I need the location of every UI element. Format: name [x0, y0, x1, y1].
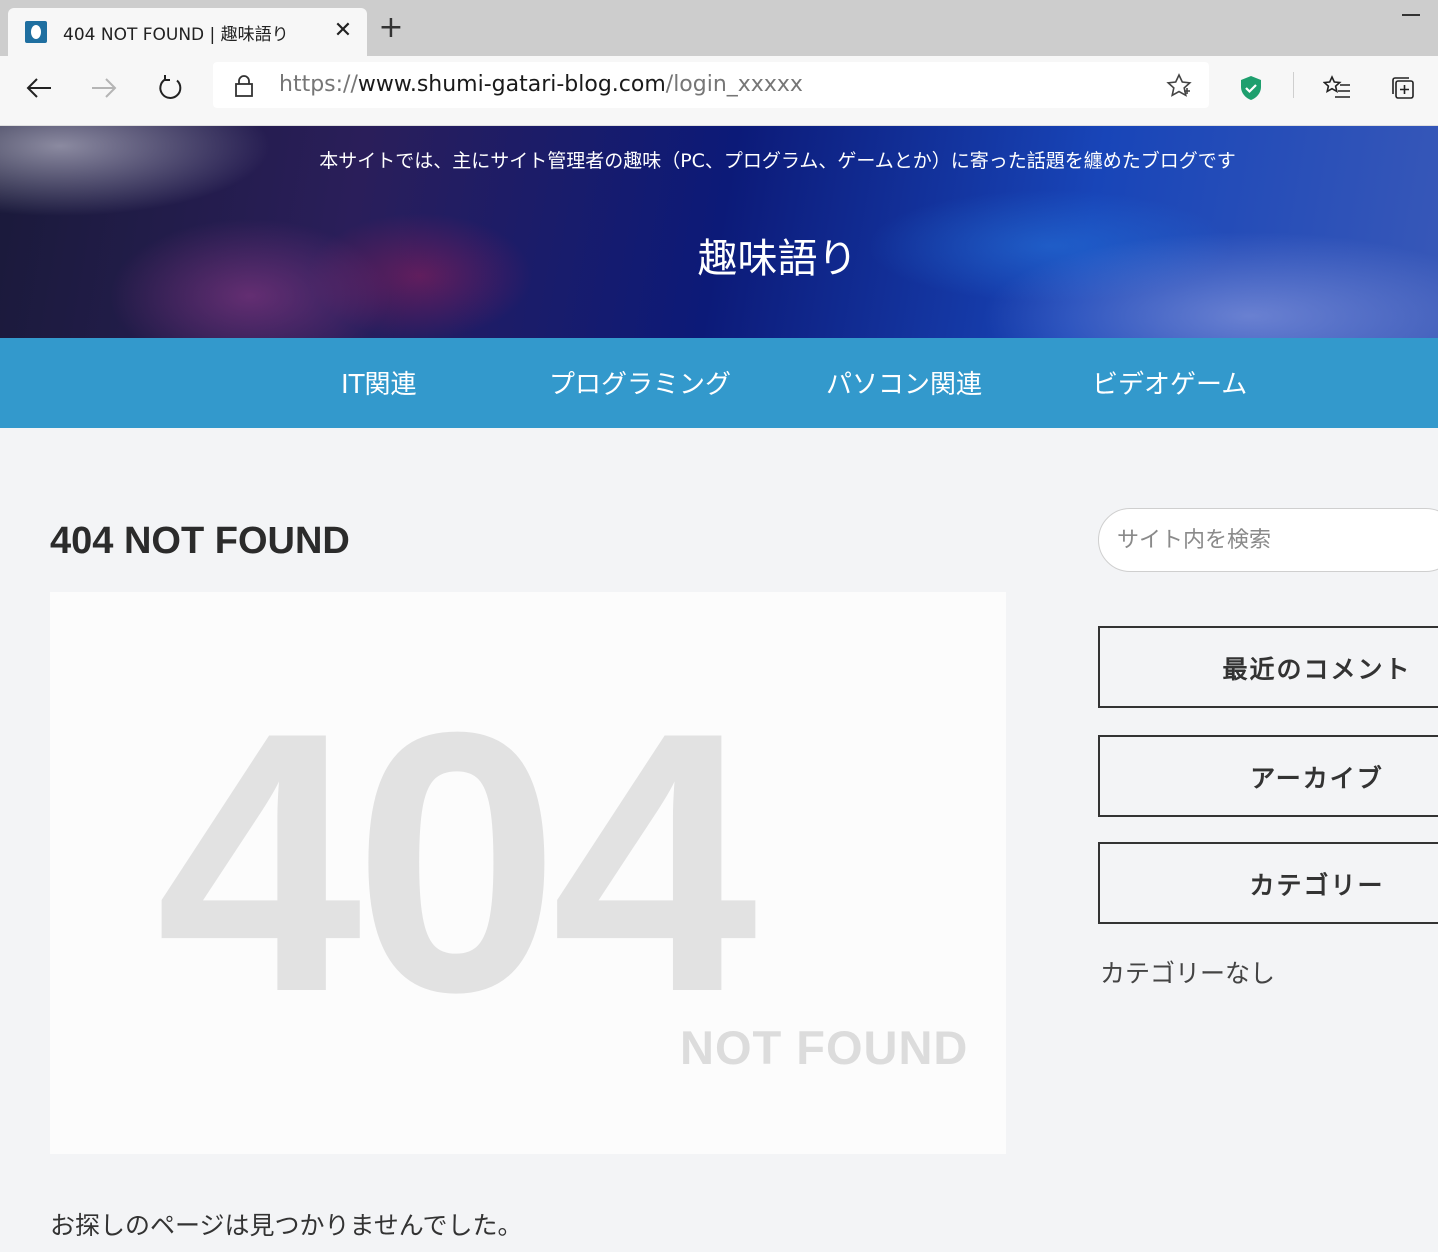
collections-icon	[1392, 77, 1414, 99]
collections-button[interactable]	[1381, 66, 1425, 110]
shield-icon	[1241, 76, 1261, 100]
no-category-text: カテゴリーなし	[1100, 959, 1276, 988]
site-title-link[interactable]: 趣味語り	[0, 226, 1438, 284]
site-tagline: 本サイトでは、主にサイト管理者の趣味（PC、プログラム、ゲームとか）に寄った話題…	[319, 150, 1236, 172]
not-found-caption: NOT FOUND	[680, 1021, 969, 1074]
tab-close-button[interactable]: ✕	[330, 18, 356, 44]
security-extension-button[interactable]	[1229, 66, 1273, 110]
widget-categories: カテゴリー	[1098, 842, 1438, 924]
widget-recent-comments: 最近のコメント	[1098, 626, 1438, 708]
tab-title: 404 NOT FOUND | 趣味語り	[63, 25, 289, 45]
not-found-image: 404 NOT FOUND	[50, 592, 1006, 1154]
url-scheme: https://	[279, 72, 358, 97]
window-minimize-button[interactable]	[1402, 14, 1420, 16]
refresh-button[interactable]	[149, 66, 193, 110]
page-title: 404 NOT FOUND	[50, 520, 350, 562]
browser-tabstrip: 404 NOT FOUND | 趣味語り ✕ +	[0, 0, 1438, 56]
global-nav: IT関連 プログラミング パソコン関連 ビデオゲーム	[0, 338, 1438, 428]
new-tab-button[interactable]: +	[376, 13, 406, 44]
favorites-button[interactable]	[1315, 66, 1359, 110]
widget-archives: アーカイブ	[1098, 735, 1438, 817]
not-found-big-number: 404	[156, 656, 757, 1069]
nav-item-programming[interactable]: プログラミング	[549, 364, 731, 401]
widget-title-label: アーカイブ	[1250, 764, 1384, 793]
widget-title-label: 最近のコメント	[1222, 655, 1412, 684]
site-header-banner: 本サイトでは、主にサイト管理者の趣味（PC、プログラム、ゲームとか）に寄った話題…	[0, 126, 1438, 338]
arrow-right-icon	[92, 78, 117, 98]
arrow-left-icon	[26, 78, 51, 98]
nav-item-videogame[interactable]: ビデオゲーム	[1092, 364, 1247, 401]
not-found-message: お探しのページは見つかりませんでした。	[50, 1211, 523, 1240]
nav-item-pc[interactable]: パソコン関連	[826, 364, 982, 401]
address-bar[interactable]: https://www.shumi-gatari-blog.com/login_…	[213, 62, 1209, 108]
url-path: /login_xxxxx	[665, 72, 803, 97]
back-button[interactable]	[17, 66, 61, 110]
site-search[interactable]	[1098, 508, 1438, 572]
url-host: www.shumi-gatari-blog.com	[357, 72, 666, 97]
widget-title-label: カテゴリー	[1249, 871, 1385, 900]
refresh-icon	[159, 75, 182, 99]
search-input[interactable]	[1117, 523, 1437, 557]
url-text: https://www.shumi-gatari-blog.com/login_…	[279, 72, 803, 97]
lock-icon	[235, 75, 253, 97]
browser-tab[interactable]: 404 NOT FOUND | 趣味語り ✕	[8, 8, 367, 56]
toolbar-divider	[1293, 72, 1294, 98]
browser-toolbar: https://www.shumi-gatari-blog.com/login_…	[0, 56, 1438, 126]
favorite-star-icon[interactable]	[1166, 73, 1192, 99]
favorites-list-icon	[1323, 75, 1350, 98]
nav-item-it[interactable]: IT関連	[341, 364, 417, 401]
forward-button[interactable]	[82, 66, 126, 110]
site-favicon-icon	[25, 21, 47, 43]
